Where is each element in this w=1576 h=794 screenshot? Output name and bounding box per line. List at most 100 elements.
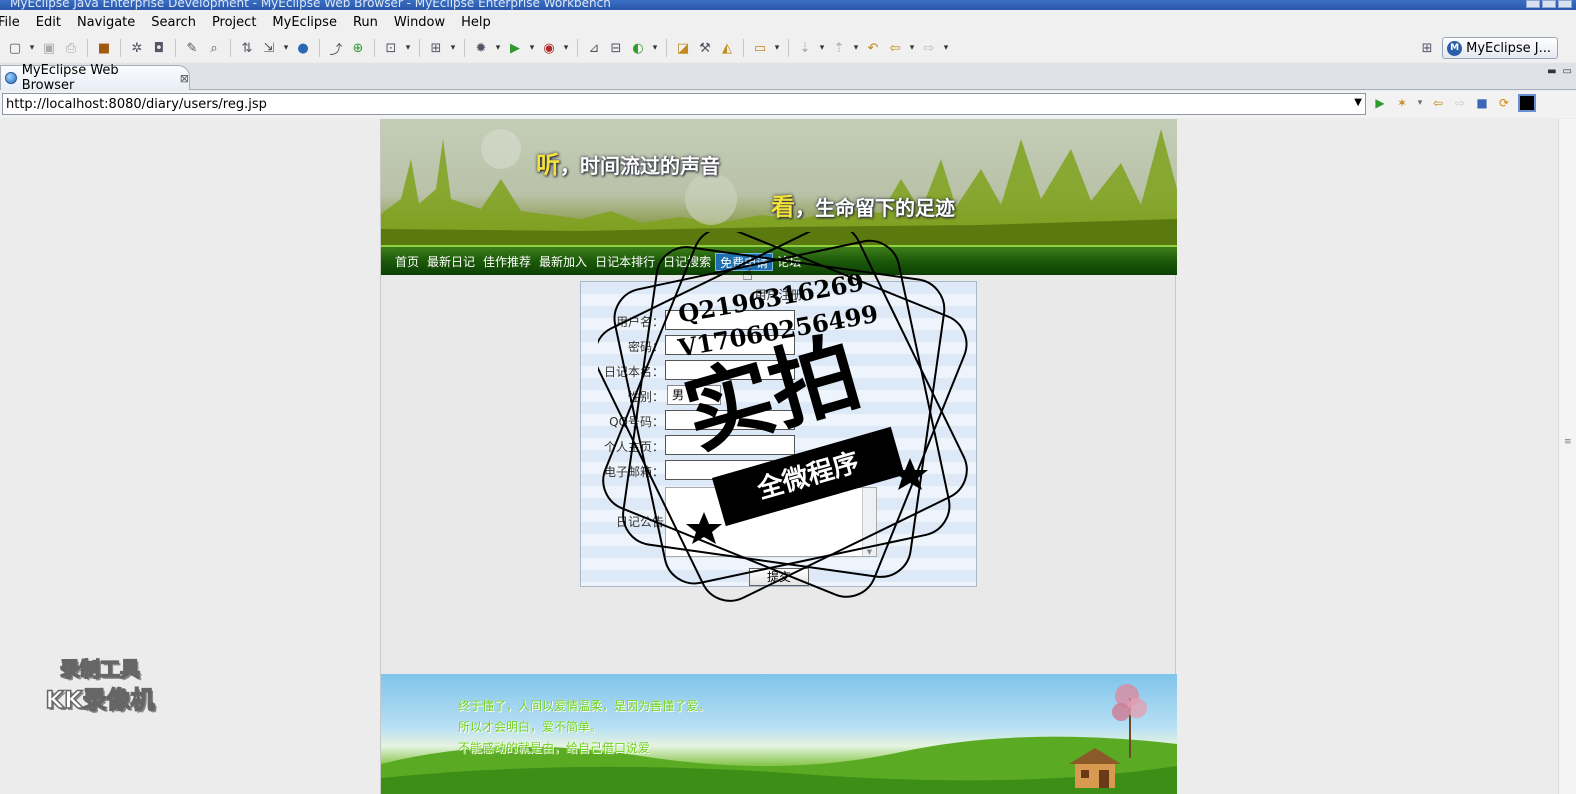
find-icon[interactable]: ⌕ bbox=[204, 38, 224, 58]
debug-icon[interactable]: ✹ bbox=[471, 38, 491, 58]
folder-icon[interactable]: ▭ bbox=[750, 38, 770, 58]
slogan-listen-text: ，时间流过的声音 bbox=[560, 154, 720, 178]
external-tools-icon[interactable]: ◉ bbox=[539, 38, 559, 58]
deploy-icon[interactable]: ⇅ bbox=[237, 38, 257, 58]
scroll-grip-icon[interactable]: ≡ bbox=[1564, 437, 1572, 447]
forward-icon[interactable]: ⇨ bbox=[1452, 95, 1468, 111]
chevron-down-icon[interactable]: ▾ bbox=[941, 38, 951, 58]
web-browser-icon[interactable]: ● bbox=[293, 38, 313, 58]
open-folder-icon[interactable]: ◪ bbox=[673, 38, 693, 58]
stop-icon[interactable]: ■ bbox=[1474, 95, 1490, 111]
edit-icon[interactable]: ✎ bbox=[182, 38, 202, 58]
screen-icon[interactable]: ⊡ bbox=[381, 38, 401, 58]
footer-line-3: 不能感动的就是由，给自己借口说爱 bbox=[458, 741, 651, 755]
print-icon[interactable]: ⎙ bbox=[61, 38, 81, 58]
nav-search[interactable]: 日记搜索 bbox=[659, 253, 715, 271]
chevron-down-icon[interactable]: ▾ bbox=[27, 38, 37, 58]
menu-help[interactable]: Help bbox=[453, 15, 499, 30]
prev-annotation-icon[interactable]: ⇡ bbox=[829, 38, 849, 58]
open-resource-icon[interactable]: ⊕ bbox=[348, 38, 368, 58]
back-icon[interactable]: ⇦ bbox=[1430, 95, 1446, 111]
last-edit-icon[interactable]: ↶ bbox=[863, 38, 883, 58]
chevron-down-icon[interactable]: ▾ bbox=[403, 38, 413, 58]
package-icon[interactable]: ■ bbox=[94, 38, 114, 58]
chevron-down-icon[interactable]: ▼ bbox=[1354, 97, 1362, 108]
menu-window[interactable]: Window bbox=[386, 15, 453, 30]
next-annotation-icon[interactable]: ⇣ bbox=[795, 38, 815, 58]
recorder-watermark: 录制工具 KK录像机 bbox=[34, 653, 166, 715]
maximize-button[interactable] bbox=[1542, 0, 1556, 8]
toolbar-separator bbox=[87, 39, 88, 57]
url-input[interactable]: http://localhost:8080/diary/users/reg.js… bbox=[2, 93, 1366, 115]
server-icon[interactable]: ◘ bbox=[149, 38, 169, 58]
submit-button[interactable]: 提交 bbox=[749, 568, 809, 586]
window-controls bbox=[1526, 0, 1572, 8]
label-qq: QQ号码： bbox=[609, 415, 664, 429]
save-icon[interactable]: ▣ bbox=[39, 38, 59, 58]
chevron-down-icon[interactable]: ▾ bbox=[650, 38, 660, 58]
menu-myeclipse[interactable]: MyEclipse bbox=[264, 15, 345, 30]
chevron-down-icon[interactable]: ▾ bbox=[907, 38, 917, 58]
minimize-button[interactable] bbox=[1526, 0, 1540, 8]
hand-cursor-icon: ☝ bbox=[742, 264, 753, 285]
nav-latest-diary[interactable]: 最新日记 bbox=[423, 253, 479, 271]
menu-project[interactable]: Project bbox=[204, 15, 264, 30]
toolbar-separator bbox=[374, 39, 375, 57]
perspective-myeclipse-button[interactable]: M MyEclipse J... bbox=[1442, 37, 1558, 59]
tab-web-browser[interactable]: MyEclipse Web Browser ⊠ bbox=[0, 63, 190, 93]
toolbar-separator bbox=[230, 39, 231, 57]
chevron-down-icon[interactable]: ▾ bbox=[448, 38, 458, 58]
run-icon[interactable]: ▶ bbox=[505, 38, 525, 58]
open-type-icon[interactable]: ⤴ bbox=[326, 38, 346, 58]
menu-file[interactable]: File bbox=[0, 15, 28, 30]
chevron-down-icon[interactable]: ▾ bbox=[817, 38, 827, 58]
chevron-down-icon[interactable]: ▾ bbox=[281, 38, 291, 58]
chevron-down-icon[interactable]: ▾ bbox=[772, 38, 782, 58]
task-icon[interactable]: ◭ bbox=[717, 38, 737, 58]
chevron-down-icon[interactable]: ▾ bbox=[493, 38, 503, 58]
tools-icon[interactable]: ⚒ bbox=[695, 38, 715, 58]
close-icon[interactable]: ⊠ bbox=[180, 72, 189, 85]
back-icon[interactable]: ⇦ bbox=[885, 38, 905, 58]
nav-recommended[interactable]: 佳作推荐 bbox=[479, 253, 535, 271]
nav-ranking[interactable]: 日记本排行 bbox=[591, 253, 659, 271]
label-gender: 性别： bbox=[627, 390, 664, 404]
new-java-project-icon[interactable]: ⊿ bbox=[584, 38, 604, 58]
footer-line-2: 所以才会明白，爱不简单。 bbox=[458, 720, 603, 734]
debug-config-icon[interactable]: ✲ bbox=[127, 38, 147, 58]
minimize-view-icon[interactable]: ▬ bbox=[1547, 66, 1556, 77]
menu-edit[interactable]: Edit bbox=[28, 15, 69, 30]
menu-run[interactable]: Run bbox=[345, 15, 386, 30]
nav-new-members[interactable]: 最新加入 bbox=[535, 253, 591, 271]
forward-icon[interactable]: ⇨ bbox=[919, 38, 939, 58]
open-perspective-icon[interactable]: ⊞ bbox=[1417, 38, 1437, 58]
chevron-down-icon[interactable]: ▾ bbox=[851, 38, 861, 58]
vertical-scrollbar[interactable]: ≡ bbox=[1558, 119, 1576, 794]
menu-search[interactable]: Search bbox=[143, 15, 204, 30]
maximize-view-icon[interactable]: ▭ bbox=[1563, 66, 1572, 77]
black-square-icon[interactable] bbox=[1518, 94, 1536, 112]
new-file-icon[interactable]: ▢ bbox=[5, 38, 25, 58]
refresh-icon[interactable]: ⟳ bbox=[1496, 95, 1512, 111]
nav-home[interactable]: 首页 bbox=[391, 253, 423, 271]
perspective-label: MyEclipse J... bbox=[1466, 40, 1551, 56]
url-text: http://localhost:8080/diary/users/reg.js… bbox=[6, 96, 267, 112]
slogan-listen: 听，时间流过的声音 bbox=[536, 145, 720, 180]
close-button[interactable] bbox=[1558, 0, 1572, 8]
window-titlebar: MyEclipse Java Enterprise Development - … bbox=[0, 0, 1576, 10]
new-class-icon[interactable]: ◐ bbox=[628, 38, 648, 58]
nav-forum[interactable]: 论坛 bbox=[773, 253, 805, 271]
house-art bbox=[1069, 748, 1121, 788]
site-footer: 终于懂了，人间以爱情温柔，是因为善懂了爱。 所以才会明白，爱不简单。 不能感动的… bbox=[381, 674, 1177, 794]
new-package-icon[interactable]: ⊟ bbox=[606, 38, 626, 58]
menu-navigate[interactable]: Navigate bbox=[69, 15, 143, 30]
export-icon[interactable]: ⇲ bbox=[259, 38, 279, 58]
slogan-look: 看，生命留下的足迹 bbox=[771, 187, 955, 222]
chevron-down-icon[interactable]: ▾ bbox=[527, 38, 537, 58]
chevron-down-icon[interactable]: ▾ bbox=[1416, 95, 1424, 111]
new-wizard-icon[interactable]: ⊞ bbox=[426, 38, 446, 58]
favorites-icon[interactable]: ✶ bbox=[1394, 95, 1410, 111]
go-icon[interactable]: ▶ bbox=[1372, 95, 1388, 111]
textarea-scrollbar[interactable]: ▼ bbox=[862, 488, 876, 556]
chevron-down-icon[interactable]: ▾ bbox=[561, 38, 571, 58]
